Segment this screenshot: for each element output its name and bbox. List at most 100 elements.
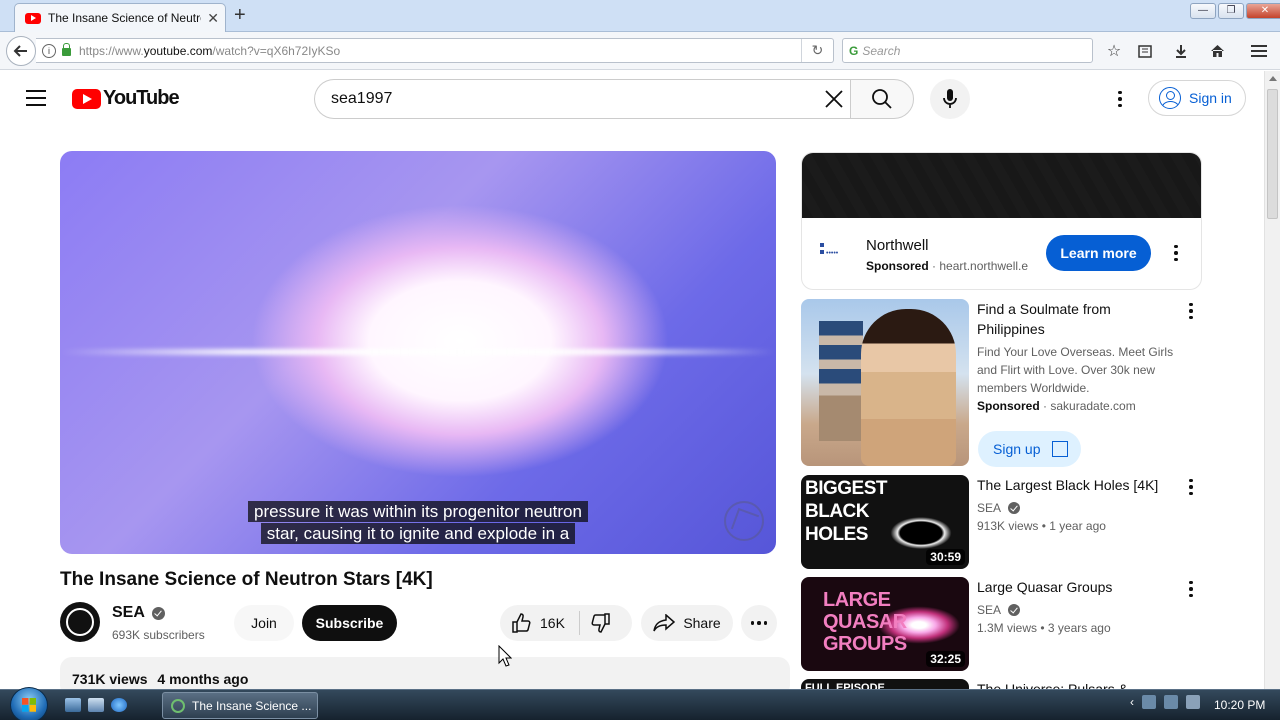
youtube-header: YouTube sea1997 Sign in <box>0 71 1264 127</box>
url-host: youtube.com <box>143 43 213 58</box>
search-input[interactable]: sea1997 <box>314 79 851 119</box>
browser-search-field[interactable]: G Search <box>842 38 1093 63</box>
youtube-wordmark: YouTube <box>103 87 180 109</box>
maximize-button[interactable]: ❐ <box>1218 3 1244 19</box>
windows-taskbar: The Insane Science ... ‹ 10:20 PM <box>0 687 1280 720</box>
youtube-logo[interactable]: YouTube <box>72 87 180 110</box>
rec-channel-1[interactable]: SEA <box>977 499 1021 517</box>
sign-up-button[interactable]: Sign up <box>978 431 1081 467</box>
join-button[interactable]: Join <box>234 605 294 641</box>
rec1-menu-icon[interactable] <box>1181 477 1201 497</box>
tab-title: The Insane Science of Neutron Stars [4K]… <box>48 11 201 25</box>
channel-name-row[interactable]: SEA <box>112 604 165 622</box>
video-frame-flare <box>60 349 776 355</box>
start-button[interactable] <box>10 687 48 720</box>
subscribe-button[interactable]: Subscribe <box>302 605 397 641</box>
search-engine-icon: G <box>849 43 859 58</box>
sign-up-label: Sign up <box>993 441 1041 457</box>
page-scrollbar[interactable] <box>1264 71 1280 689</box>
dislike-icon[interactable] <box>590 612 612 634</box>
reading-list-icon[interactable] <box>1132 38 1158 64</box>
rec-title-3[interactable]: The Universe: Pulsars & <box>977 679 1177 689</box>
rec-thumbnail-1[interactable]: BIGGEST BLACK HOLES 30:59 <box>801 475 969 569</box>
browser-tab[interactable]: The Insane Science of Neutron Stars [4K]… <box>14 3 226 32</box>
share-button[interactable]: Share <box>641 605 733 641</box>
rec-title-2[interactable]: Large Quasar Groups <box>977 577 1177 597</box>
video-title: The Insane Science of Neutron Stars [4K] <box>60 569 433 590</box>
bookmark-star-icon[interactable]: ☆ <box>1101 38 1127 64</box>
ad-banner-image[interactable] <box>802 153 1201 218</box>
guide-menu-icon[interactable] <box>26 90 46 106</box>
scroll-up-icon[interactable] <box>1269 76 1277 81</box>
minimize-button[interactable]: — <box>1190 3 1216 19</box>
channel-watermark-icon[interactable] <box>724 501 764 541</box>
back-arrow-icon <box>13 45 27 57</box>
url-scheme: https://www. <box>79 43 144 58</box>
thumb-text-2: LARGE QUASAR GROUPS <box>823 589 907 655</box>
rec-title-1[interactable]: The Largest Black Holes [4K] <box>977 475 1177 495</box>
rec2-menu-icon[interactable] <box>1181 579 1201 599</box>
youtube-favicon-icon <box>25 12 41 24</box>
voice-search-button[interactable] <box>930 79 970 119</box>
like-divider <box>578 611 580 635</box>
network-icon[interactable] <box>1164 695 1178 709</box>
like-dislike-bar: 16K <box>500 605 632 641</box>
advertiser-name[interactable]: Northwell <box>866 237 929 254</box>
like-icon[interactable] <box>510 612 532 634</box>
scrollbar-thumb[interactable] <box>1267 89 1278 219</box>
browser-app-icon <box>171 698 185 713</box>
new-tab-button[interactable]: + <box>234 4 246 26</box>
home-icon[interactable] <box>1204 38 1230 64</box>
subscriber-count: 693K subscribers <box>112 628 205 642</box>
browser-menu-icon[interactable] <box>1246 38 1272 64</box>
info-icon[interactable]: i <box>42 43 56 58</box>
rec-channel-2[interactable]: SEA <box>977 601 1021 619</box>
tray-app-icon[interactable] <box>1142 695 1156 709</box>
search-button[interactable] <box>850 79 914 119</box>
address-bar[interactable]: i https://www. youtube.com/watch?v=qX6h72… <box>36 38 834 63</box>
volume-muted-icon[interactable] <box>1186 695 1200 709</box>
upload-age: 4 months ago <box>157 671 249 687</box>
channel-name: SEA <box>112 604 145 621</box>
internet-explorer-icon[interactable] <box>111 698 127 712</box>
account-icon <box>1159 87 1181 109</box>
downloads-icon[interactable] <box>1168 38 1194 64</box>
youtube-play-icon <box>72 88 101 109</box>
system-tray: ‹ <box>1130 695 1200 709</box>
tab-close-icon[interactable]: ✕ <box>207 10 219 27</box>
taskbar-window-button[interactable]: The Insane Science ... <box>162 692 318 719</box>
back-button[interactable] <box>6 36 36 66</box>
rec-thumbnail-2[interactable]: LARGE QUASAR GROUPS 32:25 <box>801 577 969 671</box>
taskbar-window-title: The Insane Science ... <box>192 698 312 713</box>
ad2-menu-icon[interactable] <box>1181 301 1201 321</box>
reload-icon[interactable]: ↻ <box>801 39 833 62</box>
taskbar-clock[interactable]: 10:20 PM <box>1214 698 1265 712</box>
more-actions-button[interactable] <box>741 605 777 641</box>
channel-avatar[interactable] <box>60 602 100 642</box>
lock-icon <box>62 43 71 56</box>
ad-menu-icon[interactable] <box>1166 243 1186 263</box>
settings-more-icon[interactable] <box>1110 89 1130 109</box>
clear-search-icon[interactable] <box>821 86 847 112</box>
mouse-cursor-icon <box>498 645 512 667</box>
show-desktop-icon[interactable] <box>65 698 81 712</box>
companion-ad[interactable]: ••••• Northwell Sponsored · heart.northw… <box>801 152 1202 290</box>
sign-in-button[interactable]: Sign in <box>1148 80 1246 116</box>
like-count[interactable]: 16K <box>540 615 565 631</box>
share-icon <box>653 614 676 632</box>
window-close-button[interactable]: ✕ <box>1246 3 1280 19</box>
ad-sponsored-line: Sponsored · sakuradate.com <box>977 399 1136 413</box>
ad-thumbnail[interactable] <box>801 299 969 466</box>
external-link-icon <box>1052 441 1069 457</box>
browser-tab-bar: The Insane Science of Neutron Stars [4K]… <box>0 0 1280 32</box>
video-player[interactable]: pressure it was within its progenitor ne… <box>60 151 776 554</box>
sign-in-label: Sign in <box>1189 90 1232 106</box>
verified-badge-icon <box>1008 604 1021 616</box>
pagoda-image <box>819 321 863 441</box>
learn-more-button[interactable]: Learn more <box>1046 235 1151 271</box>
caption-line-2: star, causing it to ignite and explode i… <box>60 523 776 545</box>
thumb-text-1: BIGGEST BLACK HOLES <box>805 478 888 545</box>
ad-title[interactable]: Find a Soulmate from Philippines <box>977 299 1177 339</box>
switch-windows-icon[interactable] <box>88 698 104 712</box>
tray-expand-icon[interactable]: ‹ <box>1130 695 1134 709</box>
